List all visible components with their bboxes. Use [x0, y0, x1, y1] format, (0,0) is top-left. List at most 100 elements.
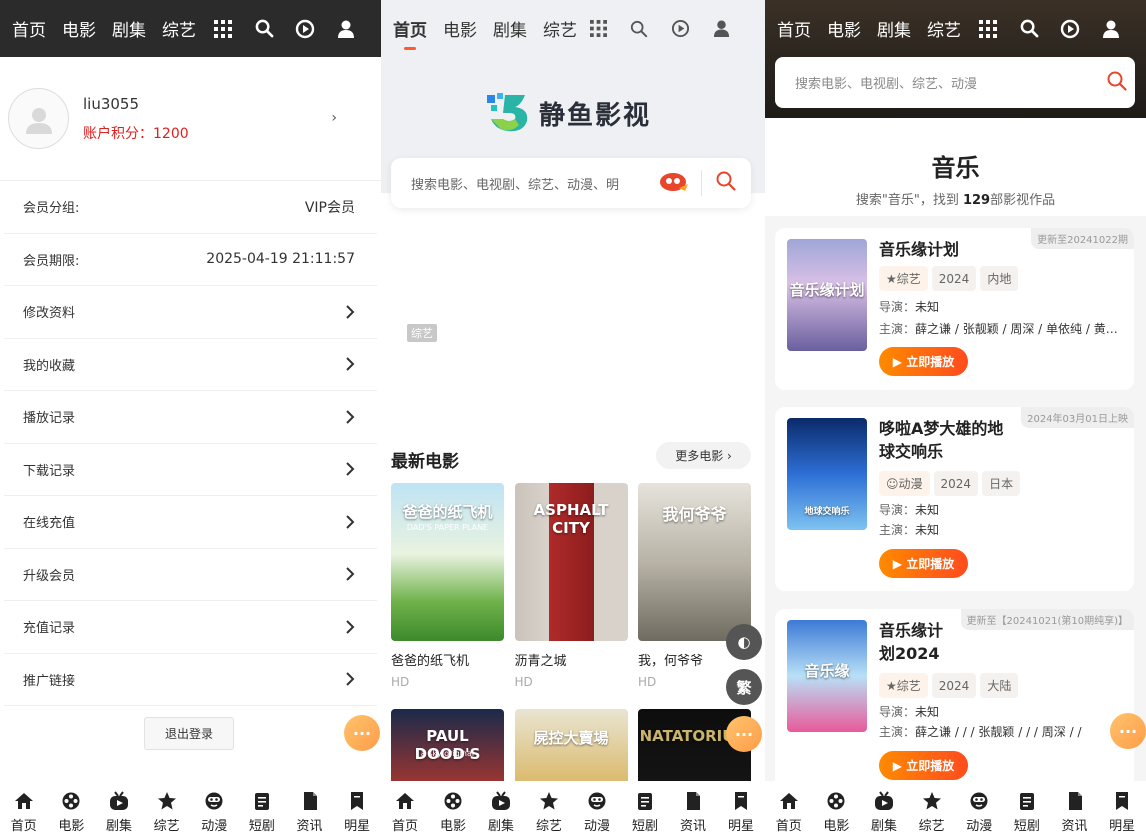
top-nav: 首页 电影 剧集 综艺	[765, 0, 1146, 57]
bottom-nav-item[interactable]: 剧集	[478, 791, 524, 834]
result-tag: 2024	[931, 266, 977, 291]
settings-row[interactable]: 下载记录	[4, 444, 377, 496]
nav-variety[interactable]: 综艺	[162, 16, 196, 41]
more-fab-button[interactable]: ···	[726, 716, 762, 752]
more-movies-button[interactable]: 更多电影 ›	[656, 442, 751, 469]
result-title[interactable]: 音乐缘计 划2024	[879, 619, 943, 665]
play-now-button[interactable]: ▶ 立即播放	[879, 347, 968, 376]
bottom-nav-item[interactable]: 短剧	[622, 791, 668, 834]
play-history-icon[interactable]	[294, 18, 316, 40]
nav-variety[interactable]: 综艺	[543, 16, 577, 41]
nav-movie[interactable]: 电影	[62, 16, 96, 41]
nav-home[interactable]: 首页	[12, 16, 46, 41]
play-now-button[interactable]: ▶ 立即播放	[879, 751, 968, 780]
site-logo[interactable]: 静鱼影视	[485, 91, 651, 135]
nav-movie[interactable]: 电影	[827, 16, 861, 41]
nav-series[interactable]: 剧集	[493, 16, 527, 41]
bottom-nav-item[interactable]: 综艺	[526, 791, 572, 834]
search-icon[interactable]	[253, 18, 275, 40]
bottom-nav-item[interactable]: 动漫	[956, 791, 1002, 834]
search-bar[interactable]: 搜索电影、电视剧、综艺、动漫	[775, 57, 1135, 108]
bottom-nav-item[interactable]: 动漫	[574, 791, 620, 834]
play-now-button[interactable]: ▶ 立即播放	[879, 549, 968, 578]
bottom-nav-item[interactable]: 剧集	[96, 791, 142, 834]
settings-row[interactable]: 升级会员	[4, 549, 377, 601]
user-icon[interactable]	[1100, 18, 1122, 40]
movie-card[interactable]: ASPHALT CITY 沥青之城 HD	[514, 483, 628, 689]
nav-home[interactable]: 首页	[777, 16, 811, 41]
movie-poster[interactable]: 我何爷爷	[638, 483, 751, 641]
grid-menu-icon[interactable]	[587, 18, 609, 40]
search-result-card[interactable]: 音乐缘 更新至【20241021(第10期纯享)】 音乐缘计 划2024 ★综艺 2024…	[775, 609, 1134, 793]
short-drama-icon	[638, 793, 652, 810]
bottom-nav-item[interactable]: 电影	[48, 791, 94, 834]
bottom-nav-item[interactable]: 电影	[430, 791, 476, 834]
movie-poster[interactable]: 爸爸的纸飞机 DAD'S PAPER PLANE	[391, 483, 504, 641]
settings-row[interactable]: 推广链接	[4, 654, 377, 706]
bottom-nav-item[interactable]: 资讯	[670, 791, 716, 834]
update-badge: 更新至【20241021(第10期纯享)】	[960, 609, 1134, 630]
search-icon[interactable]	[1018, 18, 1040, 40]
bottom-nav-item[interactable]: 明星	[1099, 791, 1145, 834]
play-history-icon[interactable]	[1059, 18, 1081, 40]
nav-series[interactable]: 剧集	[112, 16, 146, 41]
bottom-nav-item[interactable]: 资讯	[287, 791, 333, 834]
theme-toggle-button[interactable]: ◐	[726, 624, 762, 660]
avatar[interactable]	[8, 88, 69, 149]
settings-row[interactable]: 播放记录	[4, 391, 377, 444]
poster-subtitle: DAD'S PAPER PLANE	[406, 523, 489, 532]
bottom-nav-item[interactable]: 明星	[718, 791, 764, 834]
bottom-nav-item[interactable]: 动漫	[191, 791, 237, 834]
result-title[interactable]: 哆啦A梦大雄的地 球交响乐	[879, 417, 1003, 463]
search-input[interactable]: 搜索电影、电视剧、综艺、动漫	[795, 73, 1095, 92]
more-fab-button[interactable]: ···	[1110, 713, 1146, 749]
short-drama-icon	[254, 793, 269, 810]
search-result-card[interactable]: 地球交响乐 2024年03月01日上映 哆啦A梦大雄的地 球交响乐 ☺动漫 2024 日本导…	[775, 407, 1134, 591]
nav-variety[interactable]: 综艺	[927, 16, 961, 41]
more-fab-button[interactable]: ···	[344, 715, 380, 751]
nav-movie[interactable]: 电影	[443, 16, 477, 41]
user-icon[interactable]	[335, 18, 357, 40]
profile-header[interactable]: liu3055 账户积分：1200 ›	[0, 57, 381, 181]
bottom-nav-item[interactable]: 综艺	[144, 791, 190, 834]
logout-button[interactable]: 退出登录	[144, 717, 234, 750]
bottom-nav-item[interactable]: 明星	[334, 791, 380, 834]
result-poster[interactable]: 音乐缘计划	[787, 239, 867, 351]
bottom-nav-item[interactable]: 首页	[382, 791, 428, 834]
grid-menu-icon[interactable]	[212, 18, 234, 40]
search-icon[interactable]	[628, 18, 650, 40]
bottom-nav-item[interactable]: 资讯	[1052, 791, 1098, 834]
movie-title[interactable]: 沥青之城	[515, 650, 628, 669]
grid-menu-icon[interactable]	[977, 18, 999, 40]
bottom-nav-item[interactable]: 短剧	[239, 791, 285, 834]
search-input[interactable]: 搜索电影、电视剧、综艺、动漫、明	[411, 174, 641, 193]
chevron-right-icon	[346, 305, 355, 319]
movie-title[interactable]: 爸爸的纸飞机	[391, 650, 504, 669]
user-icon[interactable]	[710, 18, 732, 40]
result-title[interactable]: 音乐缘计划	[879, 238, 959, 261]
bottom-nav-item[interactable]: 电影	[813, 791, 859, 834]
nav-series[interactable]: 剧集	[877, 16, 911, 41]
settings-row[interactable]: 修改资料	[4, 286, 377, 339]
row-label: 播放记录	[23, 411, 76, 427]
movie-poster[interactable]: ASPHALT CITY	[514, 483, 628, 641]
bottom-nav-item[interactable]: 短剧	[1004, 791, 1050, 834]
traditional-chinese-button[interactable]: 繁	[726, 669, 762, 705]
search-icon[interactable]	[716, 171, 736, 195]
bottom-nav-item[interactable]: 剧集	[861, 791, 907, 834]
settings-row[interactable]: 我的收藏	[4, 339, 377, 391]
result-poster[interactable]: 地球交响乐	[787, 418, 867, 530]
result-poster[interactable]: 音乐缘	[787, 620, 867, 732]
bottom-nav-item[interactable]: 综艺	[909, 791, 955, 834]
search-result-card[interactable]: 音乐缘计划 更新至20241022期 音乐缘计划 ★综艺 2024 内地 导演：未知 主演：薛…	[775, 228, 1134, 390]
bottom-nav-item[interactable]: 首页	[1, 791, 47, 834]
search-bar[interactable]: 搜索电影、电视剧、综艺、动漫、明	[391, 158, 751, 208]
bottom-nav-item[interactable]: 首页	[766, 791, 812, 834]
play-history-icon[interactable]	[669, 18, 691, 40]
nav-home[interactable]: 首页	[393, 16, 427, 50]
movie-card[interactable]: 爸爸的纸飞机 DAD'S PAPER PLANE 爸爸的纸飞机 HD	[391, 483, 504, 689]
settings-row[interactable]: 在线充值	[4, 496, 377, 549]
settings-row[interactable]: 充值记录	[4, 601, 377, 654]
movie-card[interactable]: 我何爷爷 我，何爷爷 HD	[638, 483, 751, 689]
search-icon[interactable]	[1107, 71, 1127, 95]
